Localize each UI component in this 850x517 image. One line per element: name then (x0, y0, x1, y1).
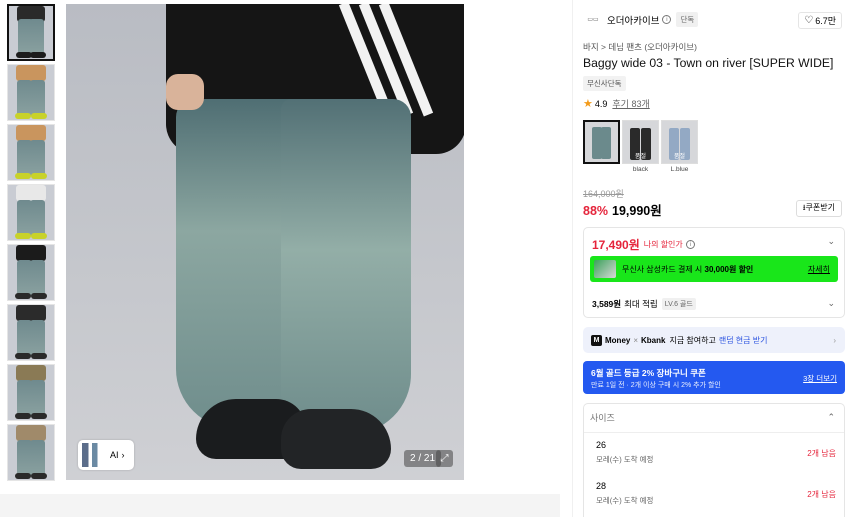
gold-coupon-subtitle: 만료 1일 전 · 2개 이상 구매 시 2% 추가 할인 (591, 382, 721, 389)
jeans-right-leg (281, 99, 411, 434)
like-count: 6.7만 (815, 16, 836, 26)
size-selector: 사이즈 ⌃ 26 모레(수) 도착 예정 2개 남음 28 모레(수) 도착 예정… (583, 403, 845, 517)
heart-icon: ♡ (804, 15, 814, 26)
ai-label: AI (110, 450, 119, 460)
level-tag: LV.6 골드 (661, 298, 696, 310)
money-label: Money (605, 335, 631, 345)
main-product-image[interactable]: AI › 2 / 21 ⤢ (66, 4, 464, 480)
discount-percent: 88% (583, 204, 609, 218)
size-stock: 2개 남음 (807, 490, 836, 499)
gold-coupon-more[interactable]: 3장 더보기 (803, 373, 837, 384)
ai-thumbnail (82, 443, 104, 467)
size-name: 26 (596, 440, 607, 450)
my-price-amount: 17,490원 (592, 238, 640, 252)
gallery-thumbnail[interactable] (7, 184, 55, 241)
times-sign: × (633, 335, 639, 345)
gallery-thumbnail[interactable] (7, 64, 55, 121)
rating-row: ★ 4.9 후기 83개 (583, 97, 650, 110)
info-icon[interactable]: i (662, 15, 672, 24)
sneaker-right (281, 409, 391, 469)
swatch-image: 품절 (661, 120, 698, 164)
points-amount: 3,589원 (592, 299, 622, 309)
like-button[interactable]: ♡ 6.7만 (798, 12, 842, 29)
money-logo-icon: M (591, 334, 602, 346)
gallery-thumbnail[interactable] (7, 124, 55, 181)
kbank-promo-banner[interactable]: M Money × Kbank 지금 참여하고 랜덤 현금 받기 › (583, 327, 845, 353)
hand-graphic (166, 74, 204, 110)
expand-icon[interactable]: ⤢ (436, 450, 453, 467)
brand-name[interactable]: 오더아카이브 (607, 13, 659, 27)
chevron-down-icon[interactable]: ⌄ (827, 298, 835, 309)
chevron-right-icon: › (121, 450, 125, 460)
card-promo-banner[interactable]: 무신사 삼성카드 결제 시 30,000원 할인 자세히 (590, 256, 838, 282)
product-page: AI › 2 / 21 ⤢ ▭▭ 오더아카이브 i 단독 ♡ 6.7만 바지 >… (0, 0, 850, 517)
product-title: Baggy wide 03 - Town on river [SUPER WID… (583, 56, 834, 70)
swatch-image: 품절 (622, 120, 659, 164)
card-promo-text: 무신사 삼성카드 결제 시 30,000원 할인 (622, 264, 754, 274)
color-swatches: 품절 black 품절 L.blue (583, 120, 698, 173)
chevron-right-icon: › (833, 335, 836, 345)
gallery-thumbnail[interactable] (7, 304, 55, 361)
swatch-label: black (632, 166, 649, 173)
benefit-box: 17,490원 나의 할인가 i ⌄ 무신사 삼성카드 결제 시 30,000원… (583, 227, 845, 318)
chevron-down-icon[interactable]: ⌄ (827, 236, 835, 247)
color-swatch[interactable]: 품절 L.blue (661, 120, 698, 173)
gold-coupon-title: 6월 골드 등급 2% 장바구니 쿠폰 (591, 368, 706, 378)
my-discount-price[interactable]: 17,490원 나의 할인가 i (592, 236, 695, 253)
review-link[interactable]: 후기 83개 (612, 97, 649, 110)
size-option[interactable]: 26 모레(수) 도착 예정 2개 남음 (596, 440, 836, 465)
kbank-highlight: 랜덤 현금 받기 (718, 335, 768, 345)
card-more-link[interactable]: 자세히 (808, 264, 830, 275)
star-icon: ★ (583, 98, 593, 110)
my-price-label: 나의 할인가 (643, 240, 683, 249)
rating-value: 4.9 (594, 98, 608, 109)
card-image (594, 260, 616, 278)
brand-tag: 단독 (676, 12, 699, 27)
exclusive-badge: 무신사단독 (583, 76, 626, 91)
kbank-text: 지금 참여하고 (669, 335, 716, 345)
size-eta: 모레(수) 도착 예정 (596, 455, 654, 464)
chevron-up-icon[interactable]: ⌃ (827, 412, 835, 423)
soldout-label: 품절 (634, 154, 647, 160)
sale-price-row: 88% 19,990원 (583, 200, 662, 219)
gallery-thumbnail[interactable] (7, 364, 55, 421)
bottom-section-bar (0, 494, 560, 517)
brand-logo-icon[interactable]: ▭▭ (583, 13, 603, 27)
color-swatch[interactable] (583, 120, 620, 173)
breadcrumb[interactable]: 바지 > 데님 팬츠 (오더아카이브) (583, 41, 697, 53)
gallery-thumbnail[interactable] (7, 244, 55, 301)
gold-coupon-banner[interactable]: 6월 골드 등급 2% 장바구니 쿠폰 만료 1일 전 · 2개 이상 구매 시… (583, 361, 845, 394)
color-swatch[interactable]: 품절 black (622, 120, 659, 173)
divider (584, 432, 844, 433)
points-label: 최대 적립 (624, 299, 658, 309)
size-eta: 모레(수) 도착 예정 (596, 496, 654, 505)
size-name: 28 (596, 481, 607, 491)
gallery-thumbnail[interactable] (7, 4, 55, 61)
soldout-label: 품절 (673, 154, 686, 160)
original-price: 164,000원 (583, 189, 624, 199)
thumbnail-strip (7, 4, 55, 484)
product-info-panel: ▭▭ 오더아카이브 i 단독 ♡ 6.7만 바지 > 데님 팬츠 (오더아카이브… (572, 0, 850, 517)
size-stock: 2개 남음 (807, 449, 836, 458)
swatch-label: L.blue (670, 166, 689, 173)
gallery-thumbnail[interactable] (7, 424, 55, 481)
swatch-image (583, 120, 620, 164)
points-row[interactable]: 3,589원 최대 적립 LV.6 골드 (592, 298, 696, 310)
kbank-label: Kbank (641, 335, 666, 345)
size-header[interactable]: 사이즈 (590, 411, 615, 424)
brand-row: ▭▭ 오더아카이브 i 단독 (583, 12, 699, 27)
sale-price: 19,990원 (612, 204, 662, 218)
size-option[interactable]: 28 모레(수) 도착 예정 2개 남음 (596, 481, 836, 506)
ai-search-button[interactable]: AI › (78, 440, 134, 470)
coupon-download-button[interactable]: ⭳쿠폰받기 (795, 200, 842, 217)
info-icon[interactable]: i (685, 240, 695, 249)
